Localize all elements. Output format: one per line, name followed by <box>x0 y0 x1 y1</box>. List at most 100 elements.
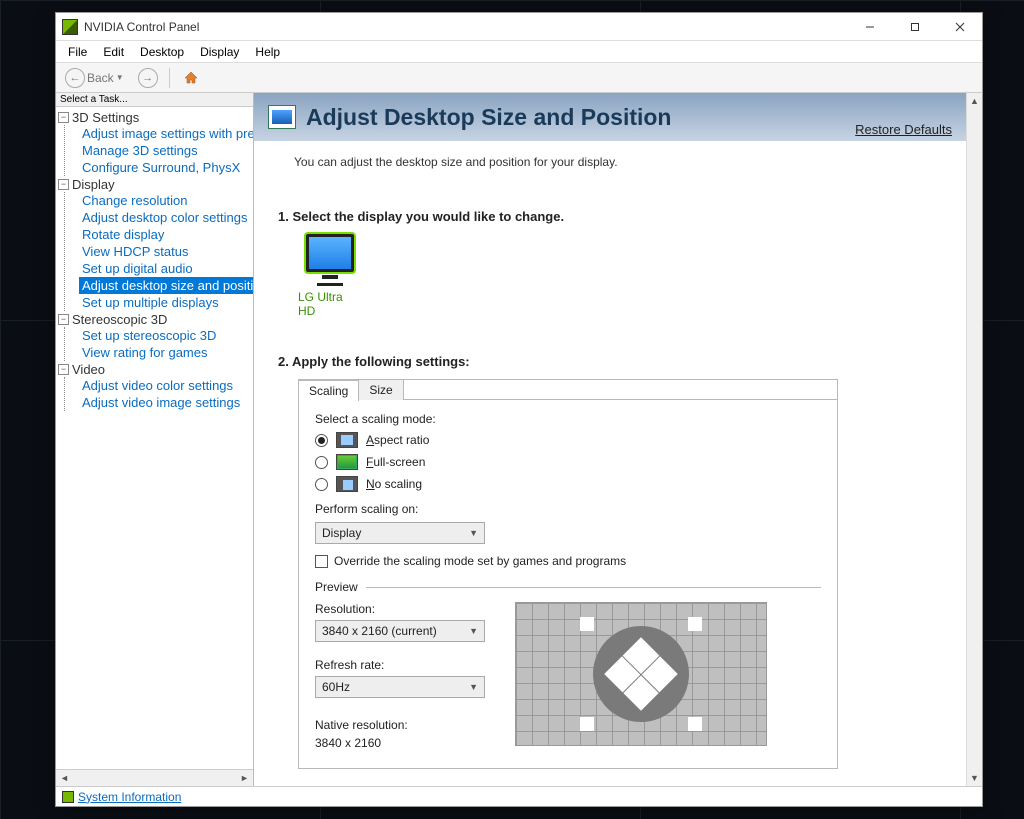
page-header-icon <box>268 105 296 129</box>
chevron-down-icon: ▼ <box>469 626 478 636</box>
scroll-up-icon[interactable]: ▲ <box>967 93 982 109</box>
monitor-icon <box>306 234 354 272</box>
system-information-link[interactable]: System Information <box>78 790 181 804</box>
tree-group-label[interactable]: Video <box>72 362 105 377</box>
nav-item[interactable]: Configure Surround, PhysX <box>79 159 243 176</box>
menu-help[interactable]: Help <box>247 43 288 61</box>
back-button[interactable]: ← Back ▼ <box>62 66 131 90</box>
menu-display[interactable]: Display <box>192 43 247 61</box>
menubar: File Edit Desktop Display Help <box>56 41 982 63</box>
radio-icon <box>315 434 328 447</box>
home-button[interactable] <box>178 66 204 90</box>
resolution-label: Resolution: <box>315 602 485 616</box>
toolbar: ← Back ▼ → <box>56 63 982 93</box>
sidebar-horizontal-scrollbar[interactable]: ◄ ► <box>56 769 253 786</box>
display-selector[interactable]: LG Ultra HD <box>298 234 362 318</box>
app-window: NVIDIA Control Panel File Edit Desktop D… <box>55 12 983 807</box>
menu-edit[interactable]: Edit <box>95 43 132 61</box>
chevron-down-icon: ▼ <box>469 682 478 692</box>
page-title: Adjust Desktop Size and Position <box>306 104 671 131</box>
back-arrow-icon: ← <box>65 68 85 88</box>
nav-item[interactable]: Set up multiple displays <box>79 294 222 311</box>
perform-scaling-label: Perform scaling on: <box>315 502 821 516</box>
tree-group-label[interactable]: Stereoscopic 3D <box>72 312 167 327</box>
radio-label: No scaling <box>366 477 422 491</box>
nav-item[interactable]: Adjust video image settings <box>79 394 243 411</box>
refresh-dropdown[interactable]: 60Hz ▼ <box>315 676 485 698</box>
tree-group-label[interactable]: Display <box>72 177 115 192</box>
display-name: LG Ultra HD <box>298 290 362 318</box>
dropdown-value: 3840 x 2160 (current) <box>322 624 437 638</box>
perform-scaling-dropdown[interactable]: Display ▼ <box>315 522 485 544</box>
nav-item[interactable]: Set up stereoscopic 3D <box>79 327 219 344</box>
scroll-right-icon[interactable]: ► <box>236 771 253 786</box>
radio-aspect-ratio[interactable]: Aspect ratio <box>315 432 821 448</box>
nav-item[interactable]: Adjust desktop color settings <box>79 209 250 226</box>
toolbar-separator <box>169 68 170 88</box>
tree-collapse-icon[interactable]: − <box>58 112 69 123</box>
nav-item[interactable]: Adjust video color settings <box>79 377 236 394</box>
nav-item[interactable]: View rating for games <box>79 344 211 361</box>
override-label: Override the scaling mode set by games a… <box>334 554 626 568</box>
scaling-mode-label: Select a scaling mode: <box>315 412 821 426</box>
forward-arrow-icon: → <box>138 68 158 88</box>
back-label: Back <box>87 71 114 85</box>
radio-label: Aspect ratio <box>366 433 429 447</box>
statusbar: System Information <box>56 786 982 806</box>
maximize-button[interactable] <box>892 13 937 41</box>
preview-label: Preview <box>315 580 358 594</box>
radio-icon <box>315 478 328 491</box>
tab-scaling[interactable]: Scaling <box>298 380 359 401</box>
content-vertical-scrollbar[interactable]: ▲ ▼ <box>966 93 982 786</box>
menu-desktop[interactable]: Desktop <box>132 43 192 61</box>
override-checkbox-row[interactable]: Override the scaling mode set by games a… <box>315 554 821 568</box>
close-button[interactable] <box>937 13 982 41</box>
resolution-dropdown[interactable]: 3840 x 2160 (current) ▼ <box>315 620 485 642</box>
settings-panel: Scaling Size Select a scaling mode: Aspe… <box>298 379 838 769</box>
titlebar: NVIDIA Control Panel <box>56 13 982 41</box>
radio-icon <box>315 456 328 469</box>
native-res-label: Native resolution: <box>315 718 485 732</box>
preview-image <box>515 602 767 746</box>
menu-file[interactable]: File <box>60 43 95 61</box>
back-dropdown-icon: ▼ <box>116 73 124 82</box>
chevron-down-icon: ▼ <box>469 528 478 538</box>
step1-heading: 1. Select the display you would like to … <box>278 209 942 224</box>
tree-collapse-icon[interactable]: − <box>58 364 69 375</box>
nav-item[interactable]: Adjust desktop size and position <box>79 277 253 294</box>
tab-size[interactable]: Size <box>358 379 403 400</box>
refresh-label: Refresh rate: <box>315 658 485 672</box>
nav-tree[interactable]: −3D SettingsAdjust image settings with p… <box>56 107 253 769</box>
nvidia-logo-icon <box>62 19 78 35</box>
aspect-ratio-icon <box>336 432 358 448</box>
radio-full-screen[interactable]: Full-screen <box>315 454 821 470</box>
nav-item[interactable]: Adjust image settings with preview <box>79 125 253 142</box>
radio-label: Full-screen <box>366 455 425 469</box>
checkbox-icon <box>315 555 328 568</box>
nav-item[interactable]: Rotate display <box>79 226 167 243</box>
nav-item[interactable]: Change resolution <box>79 192 191 209</box>
nav-item[interactable]: Manage 3D settings <box>79 142 201 159</box>
tree-group-label[interactable]: 3D Settings <box>72 110 139 125</box>
native-res-value: 3840 x 2160 <box>315 736 485 750</box>
nav-item[interactable]: Set up digital audio <box>79 260 196 277</box>
page-header: Adjust Desktop Size and Position Restore… <box>254 93 966 141</box>
minimize-button[interactable] <box>847 13 892 41</box>
content-area: Adjust Desktop Size and Position Restore… <box>254 93 966 786</box>
scroll-left-icon[interactable]: ◄ <box>56 771 73 786</box>
page-intro: You can adjust the desktop size and posi… <box>294 155 942 169</box>
radio-no-scaling[interactable]: No scaling <box>315 476 821 492</box>
nav-item[interactable]: View HDCP status <box>79 243 191 260</box>
tree-collapse-icon[interactable]: − <box>58 314 69 325</box>
window-title: NVIDIA Control Panel <box>84 20 847 34</box>
nvidia-status-icon <box>62 791 74 803</box>
forward-button[interactable]: → <box>135 66 161 90</box>
scroll-down-icon[interactable]: ▼ <box>967 770 982 786</box>
step2-heading: 2. Apply the following settings: <box>278 354 942 369</box>
tree-collapse-icon[interactable]: − <box>58 179 69 190</box>
full-screen-icon <box>336 454 358 470</box>
sidebar-heading: Select a Task... <box>56 93 253 107</box>
no-scaling-icon <box>336 476 358 492</box>
dropdown-value: 60Hz <box>322 680 350 694</box>
restore-defaults-link[interactable]: Restore Defaults <box>855 122 952 137</box>
